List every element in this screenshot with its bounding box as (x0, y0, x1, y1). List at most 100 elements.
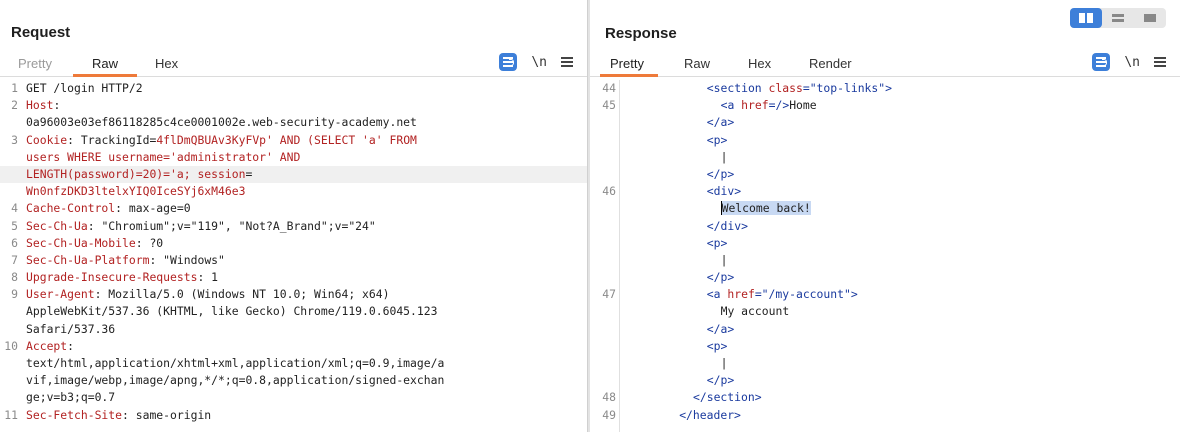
line-text: 0a96003e03ef86118285c4ce0001002e.web-sec… (26, 114, 417, 131)
tab-response-render[interactable]: Render (809, 56, 852, 77)
line-text: Sec-Ch-Ua: "Chromium";v="119", "Not?A_Br… (26, 218, 376, 235)
line-text: Sec-Ch-Ua-Platform: "Windows" (26, 252, 225, 269)
line-text: users WHERE username='administrator' AND (26, 149, 300, 166)
code-line: </a> (590, 321, 1180, 338)
line-text: ge;v=b3;q=0.7 (26, 389, 115, 406)
line-text: </p> (707, 372, 734, 389)
code-token: </header> (679, 407, 741, 422)
code-token: = (802, 81, 810, 95)
response-tools: \n (1092, 53, 1166, 71)
code-line: | (590, 149, 1180, 166)
line-number: 4 (11, 201, 18, 216)
request-pane: Request Pretty Raw Hex \n 1 GET /login HT… (0, 0, 587, 432)
single-pane-layout-icon[interactable] (1134, 8, 1166, 28)
line-text: Welcome back! (720, 200, 811, 217)
code-token: href (727, 287, 755, 302)
line-number: 44 (602, 81, 616, 95)
code-line: 4 Cache-Control: max-age=0 (0, 200, 587, 217)
line-text: <div> (707, 183, 741, 200)
stacked-layout-icon[interactable] (1102, 8, 1134, 28)
code-token: <p> (706, 235, 728, 250)
code-token: : Mozilla/5.0 (Windows NT 10.0; Win64; x… (94, 287, 390, 302)
line-text: </a> (707, 114, 734, 131)
code-token: Wn0nfzDKD3ltelxYIQ0IceSYj6xM46e3 (26, 184, 246, 199)
tab-response-raw[interactable]: Raw (684, 56, 710, 77)
code-line: 49 </header> (590, 407, 1180, 424)
code-line: 2 Host: (0, 97, 587, 114)
word-wrap-icon[interactable] (499, 53, 518, 71)
code-token: = (245, 166, 253, 181)
code-token: </a> (706, 321, 735, 336)
code-line: text/html,application/xhtml+xml,applicat… (0, 355, 587, 372)
request-editor[interactable]: 1 GET /login HTTP/2 2 Host: 0a96003e03ef8611… (0, 80, 587, 432)
code-token: <p> (706, 132, 728, 147)
line-text: Cache-Control: max-age=0 (26, 200, 191, 217)
code-token: : max-age=0 (115, 201, 191, 216)
active-tab-indicator (73, 74, 137, 77)
code-line: </p> (590, 269, 1180, 286)
code-token: : 1 (197, 270, 219, 285)
tab-request-pretty[interactable]: Pretty (18, 56, 52, 77)
tab-response-hex[interactable]: Hex (748, 56, 771, 77)
code-line: users WHERE username='administrator' AND (0, 149, 587, 166)
line-number: 7 (11, 252, 18, 267)
code-line: vif,image/webp,image/apng,*/*;q=0.8,appl… (0, 372, 587, 389)
response-editor[interactable]: 44 <section class="top-links"> 45 <a href=/… (590, 80, 1180, 432)
code-line: 48 </section> (590, 389, 1180, 406)
code-token: : "Chromium";v="119", "Not?A_Brand";v="2… (87, 218, 376, 233)
line-number: 8 (11, 270, 18, 285)
layout-toggle (1070, 8, 1166, 28)
code-line: | (590, 252, 1180, 269)
newline-toggle-icon[interactable]: \n (531, 55, 547, 70)
code-token: Sec-Ch-Ua (26, 218, 88, 233)
code-token: Welcome back! (720, 201, 811, 216)
code-token: | (720, 252, 728, 267)
code-token: Accept (26, 338, 68, 353)
code-token: | (720, 356, 728, 370)
line-text: Accept: (26, 338, 74, 355)
line-text: </p> (707, 166, 734, 183)
code-token: =/> (768, 98, 790, 113)
line-text: Sec-Ch-Ua-Mobile: ?0 (26, 235, 163, 252)
code-token: Home (789, 98, 817, 113)
line-text: | (721, 149, 728, 166)
line-text: Cookie: TrackingId=4flDmQBUAv3KyFVp' AND… (26, 132, 417, 149)
tab-request-hex[interactable]: Hex (155, 56, 178, 77)
code-line: ge;v=b3;q=0.7 (0, 389, 587, 406)
code-token: ge;v=b3;q=0.7 (26, 390, 116, 405)
line-text: LENGTH(password)=20)='a; session= (26, 166, 252, 183)
line-text: <p> (707, 338, 728, 355)
line-number: 6 (11, 235, 18, 250)
word-wrap-icon[interactable] (1092, 53, 1111, 71)
code-token: text/html,application/xhtml+xml,applicat… (26, 356, 445, 370)
code-line: 45 <a href=/>Home (590, 97, 1180, 114)
line-number: 46 (602, 184, 616, 199)
active-tab-indicator (600, 74, 658, 77)
code-token: GET /login HTTP/2 (26, 81, 143, 95)
code-token: <section (706, 81, 769, 95)
code-line: Wn0nfzDKD3ltelxYIQ0IceSYj6xM46e3 (0, 183, 587, 200)
code-line: LENGTH(password)=20)='a; session= (0, 165, 587, 184)
code-token: My account (720, 304, 790, 319)
hamburger-menu-icon[interactable] (1154, 57, 1166, 67)
code-token: Cookie (26, 132, 68, 147)
line-text: <section class="top-links"> (707, 80, 892, 97)
line-text: Upgrade-Insecure-Requests: 1 (26, 269, 218, 286)
code-line: 3 Cookie: TrackingId=4flDmQBUAv3KyFVp' AN… (0, 132, 587, 149)
code-line: </div> (590, 218, 1180, 235)
code-token: </p> (706, 166, 735, 181)
code-line: 1 GET /login HTTP/2 (0, 80, 587, 97)
code-token: : (67, 338, 75, 353)
line-text: | (721, 252, 728, 269)
line-text: </a> (707, 321, 734, 338)
side-by-side-layout-icon[interactable] (1070, 8, 1102, 28)
response-tabbar: Pretty Raw Hex Render \n (590, 50, 1180, 77)
line-text: User-Agent: Mozilla/5.0 (Windows NT 10.0… (26, 286, 389, 303)
line-number: 10 (4, 338, 18, 353)
line-text: Host: (26, 97, 60, 114)
line-number: 49 (602, 407, 616, 422)
code-token: Cache-Control (26, 201, 116, 216)
code-token: > (885, 81, 892, 95)
newline-toggle-icon[interactable]: \n (1124, 55, 1140, 70)
hamburger-menu-icon[interactable] (561, 57, 573, 67)
